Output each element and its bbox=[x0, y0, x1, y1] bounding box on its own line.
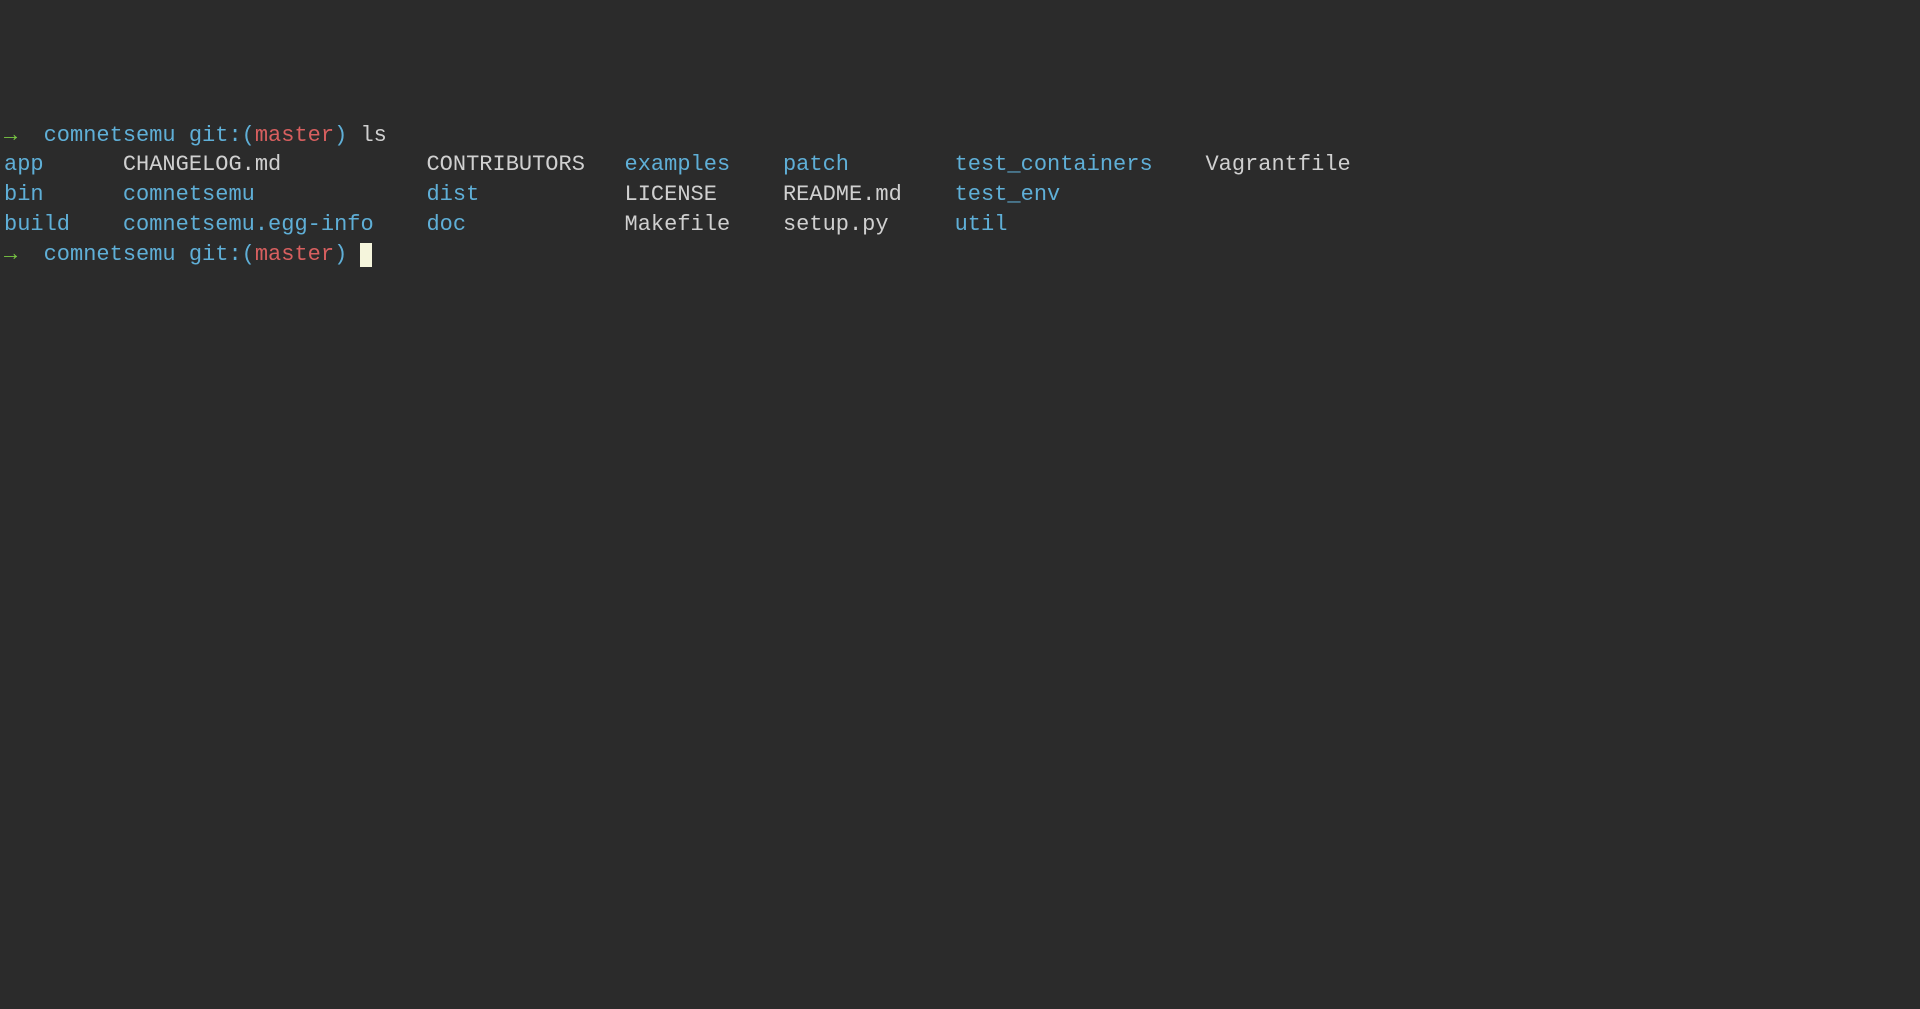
ls-entry-file: CONTRIBUTORS bbox=[426, 152, 598, 177]
prompt-path: comnetsemu bbox=[44, 242, 176, 267]
prompt-line-2: → comnetsemu git:(master) bbox=[4, 240, 1916, 270]
ls-entry-file: setup.py bbox=[783, 212, 928, 237]
ls-entry-dir: app bbox=[4, 152, 96, 177]
ls-entry-dir: patch bbox=[783, 152, 928, 177]
ls-entry-file: README.md bbox=[783, 182, 928, 207]
git-label: git: bbox=[189, 123, 242, 148]
prompt-arrow-icon: → bbox=[4, 242, 17, 267]
ls-row: build comnetsemu.egg-info doc Makefile s… bbox=[4, 210, 1916, 240]
prompt-path: comnetsemu bbox=[44, 123, 176, 148]
ls-entry-dir: dist bbox=[426, 182, 598, 207]
ls-entry-dir: bin bbox=[4, 182, 96, 207]
ls-entry-dir: comnetsemu.egg-info bbox=[123, 212, 400, 237]
ls-entry-dir: test_containers bbox=[955, 152, 1179, 177]
git-branch: master bbox=[255, 123, 334, 148]
ls-entry-file: Vagrantfile bbox=[1205, 152, 1350, 177]
ls-entry-dir: build bbox=[4, 212, 96, 237]
ls-entry-file: CHANGELOG.md bbox=[123, 152, 400, 177]
command-text: ls bbox=[360, 123, 386, 148]
ls-entry-dir: test_env bbox=[955, 182, 1179, 207]
ls-entry-dir: examples bbox=[625, 152, 757, 177]
prompt-arrow-icon: → bbox=[4, 123, 17, 148]
git-branch: master bbox=[255, 242, 334, 267]
terminal-output[interactable]: → comnetsemu git:(master) lsapp CHANGELO… bbox=[4, 121, 1916, 269]
prompt-line-1: → comnetsemu git:(master) ls bbox=[4, 121, 1916, 151]
git-paren-open: ( bbox=[242, 242, 255, 267]
ls-entry-dir: doc bbox=[426, 212, 598, 237]
git-label: git: bbox=[189, 242, 242, 267]
cursor-icon[interactable] bbox=[360, 243, 372, 267]
git-paren-close: ) bbox=[334, 242, 347, 267]
ls-entry-file: LICENSE bbox=[625, 182, 757, 207]
ls-row: app CHANGELOG.md CONTRIBUTORS examples p… bbox=[4, 150, 1916, 180]
ls-entry-dir: comnetsemu bbox=[123, 182, 400, 207]
git-paren-close: ) bbox=[334, 123, 347, 148]
ls-row: bin comnetsemu dist LICENSE README.md te… bbox=[4, 180, 1916, 210]
git-paren-open: ( bbox=[242, 123, 255, 148]
ls-entry-dir: util bbox=[955, 212, 1179, 237]
ls-entry-file: Makefile bbox=[625, 212, 757, 237]
